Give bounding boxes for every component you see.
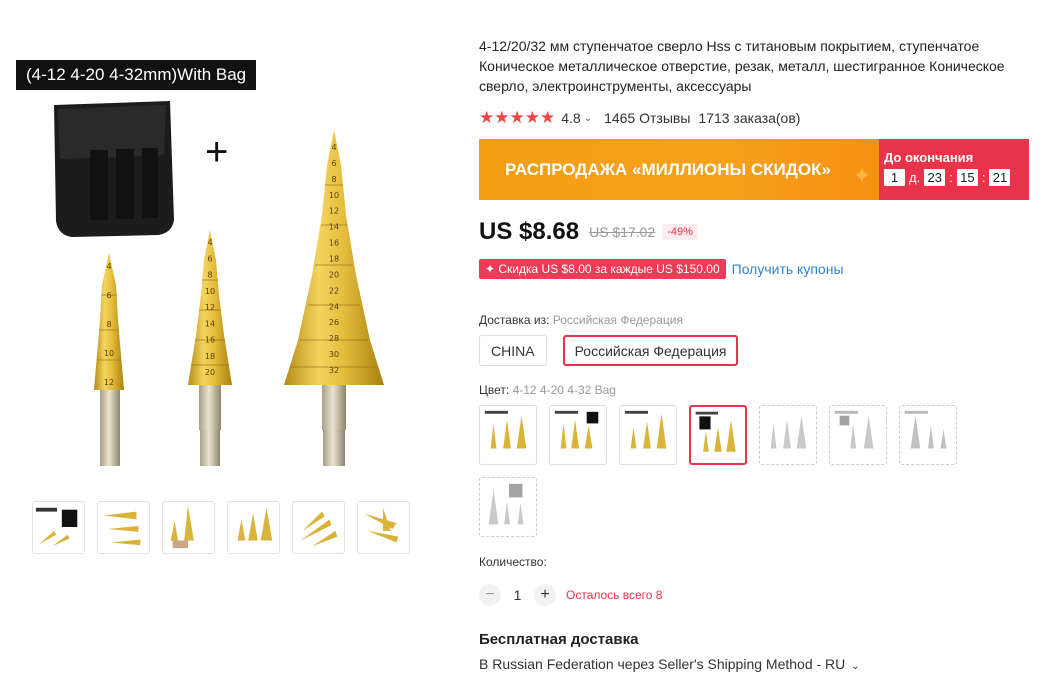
color-swatch-4-selected[interactable] [689, 405, 747, 465]
chevron-down-icon[interactable]: ⌄ [584, 113, 592, 124]
drill-bit-4-20 [188, 230, 232, 466]
coupon-badge: ✦ Скидка US $8.00 за каждые US $150.00 [479, 259, 726, 279]
sale-banner[interactable]: РАСПРОДАЖА «МИЛЛИОНЫ СКИДОК» ✦ До оконча… [479, 139, 1029, 200]
countdown-panel: До окончания 1 д. 23 : 15 : 21 [879, 139, 1029, 200]
drill-size-mark: 10 [104, 349, 114, 358]
drill-size-mark: 30 [329, 350, 339, 359]
price-row: US $8.68 US $17.02 -49% [479, 217, 697, 247]
drill-size-mark: 16 [205, 336, 215, 345]
variant-caption: (4-12 4-20 4-32mm)With Bag [16, 60, 257, 90]
drill-size-mark: 6 [331, 159, 336, 168]
countdown-hours: 23 [924, 169, 946, 186]
drill-size-mark: 8 [106, 320, 111, 329]
quantity-stepper: − 1 + Осталось всего 8 [479, 584, 662, 606]
drill-size-mark: 12 [104, 378, 114, 387]
drill-size-mark: 18 [329, 255, 339, 264]
quantity-label: Количество: [479, 555, 547, 569]
ship-from-selected: Российская Федерация [552, 313, 683, 327]
countdown-days-unit: д. [909, 170, 921, 185]
drill-size-mark: 12 [329, 207, 339, 216]
color-swatch-5[interactable] [759, 405, 817, 465]
drill-size-mark: 16 [329, 239, 339, 248]
thumbnail-3[interactable] [162, 501, 215, 554]
quantity-minus-button[interactable]: − [479, 584, 501, 606]
rating-row: ★★★★★ 4.8 ⌄ 1465 Отзывы 1713 заказа(ов) [479, 108, 1031, 128]
drill-size-mark: 22 [329, 286, 339, 295]
drill-size-mark: 28 [329, 334, 339, 343]
thumbnail-5[interactable] [292, 501, 345, 554]
stock-remaining: Осталось всего 8 [566, 588, 663, 602]
countdown-separator: : [949, 170, 953, 185]
drill-size-mark: 4 [331, 143, 336, 152]
plus-sign: + [205, 130, 229, 174]
drill-size-mark: 6 [106, 291, 111, 300]
sparkle-icon: ✦ [852, 163, 871, 188]
color-swatch-1[interactable] [479, 405, 537, 465]
drill-size-mark: 6 [207, 254, 212, 263]
sale-title-area: РАСПРОДАЖА «МИЛЛИОНЫ СКИДОК» ✦ [479, 139, 879, 200]
current-price: US $8.68 [479, 218, 580, 245]
drill-size-mark: 10 [329, 191, 339, 200]
drill-size-mark: 8 [331, 175, 336, 184]
countdown-days: 1 [884, 169, 905, 186]
countdown-timer: 1 д. 23 : 15 : 21 [884, 169, 1029, 186]
color-label: Цвет: 4-12 4-20 4-32 Bag [479, 383, 616, 397]
color-swatches [479, 405, 979, 537]
drill-size-mark: 14 [205, 319, 215, 328]
chevron-down-icon: ⌄ [851, 661, 860, 672]
thumbnail-strip [32, 501, 410, 554]
quantity-plus-button[interactable]: + [534, 584, 556, 606]
drill-size-mark: 4 [207, 238, 212, 247]
thumbnail-1[interactable] [32, 501, 85, 554]
ship-from-options: CHINA Российская Федерация [479, 335, 739, 366]
color-swatch-7[interactable] [899, 405, 957, 465]
color-swatch-8[interactable] [479, 477, 537, 537]
main-product-image[interactable]: 4 6 8 10 12 4 6 8 10 12 14 16 18 20 4 6 8 10 12 14 16 18 20 22 2… [12, 55, 442, 480]
drill-size-mark: 10 [205, 287, 215, 296]
color-swatch-6[interactable] [829, 405, 887, 465]
color-label-text: Цвет: [479, 383, 510, 397]
color-swatch-2[interactable] [549, 405, 607, 465]
drill-size-mark: 32 [329, 366, 339, 375]
carry-bag-illustration [54, 101, 174, 237]
drill-size-mark: 20 [205, 368, 215, 377]
thumbnail-4[interactable] [227, 501, 280, 554]
drill-size-mark: 8 [207, 271, 212, 280]
drill-size-mark: 26 [329, 318, 339, 327]
product-info: 4-12/20/32 мм ступенчатое сверло Hss с т… [479, 36, 1031, 672]
rating-value[interactable]: 4.8 [561, 110, 580, 126]
ship-from-option-china[interactable]: CHINA [479, 335, 547, 366]
color-selected: 4-12 4-20 4-32 Bag [512, 383, 616, 397]
drill-size-mark: 12 [205, 303, 215, 312]
thumbnail-6[interactable] [357, 501, 410, 554]
original-price: US $17.02 [589, 224, 656, 240]
free-shipping-label: Бесплатная доставка [479, 631, 639, 648]
discount-badge: -49% [663, 224, 697, 240]
drill-size-mark: 24 [329, 302, 339, 311]
countdown-label: До окончания [884, 150, 974, 165]
drill-size-mark: 14 [329, 223, 339, 232]
shipping-method-text: В Russian Federation через Seller's Ship… [479, 656, 846, 672]
coupon-row: ✦ Скидка US $8.00 за каждые US $150.00 П… [479, 259, 844, 279]
countdown-separator: : [981, 170, 986, 185]
ship-from-option-russia[interactable]: Российская Федерация [562, 335, 739, 366]
product-title: 4-12/20/32 мм ступенчатое сверло Hss с т… [479, 38, 1005, 94]
drill-size-mark: 4 [106, 262, 111, 271]
ship-from-label-text: Доставка из: [479, 313, 550, 327]
star-rating-icons: ★★★★★ [479, 108, 556, 127]
reviews-count-link[interactable]: 1465 Отзывы [604, 110, 690, 126]
countdown-seconds: 21 [989, 169, 1011, 186]
drill-size-mark: 18 [205, 352, 215, 361]
thumbnail-2[interactable] [97, 501, 150, 554]
orders-count: 1713 заказа(ов) [698, 110, 801, 126]
get-coupons-link[interactable]: Получить купоны [732, 261, 844, 277]
sale-title: РАСПРОДАЖА «МИЛЛИОНЫ СКИДОК» [505, 160, 831, 179]
countdown-minutes: 15 [956, 169, 978, 186]
drill-size-mark: 20 [329, 270, 339, 279]
shipping-method-selector[interactable]: В Russian Federation через Seller's Ship… [479, 656, 860, 672]
ship-from-label: Доставка из: Российская Федерация [479, 313, 683, 327]
quantity-value[interactable]: 1 [501, 587, 534, 603]
color-swatch-3[interactable] [619, 405, 677, 465]
